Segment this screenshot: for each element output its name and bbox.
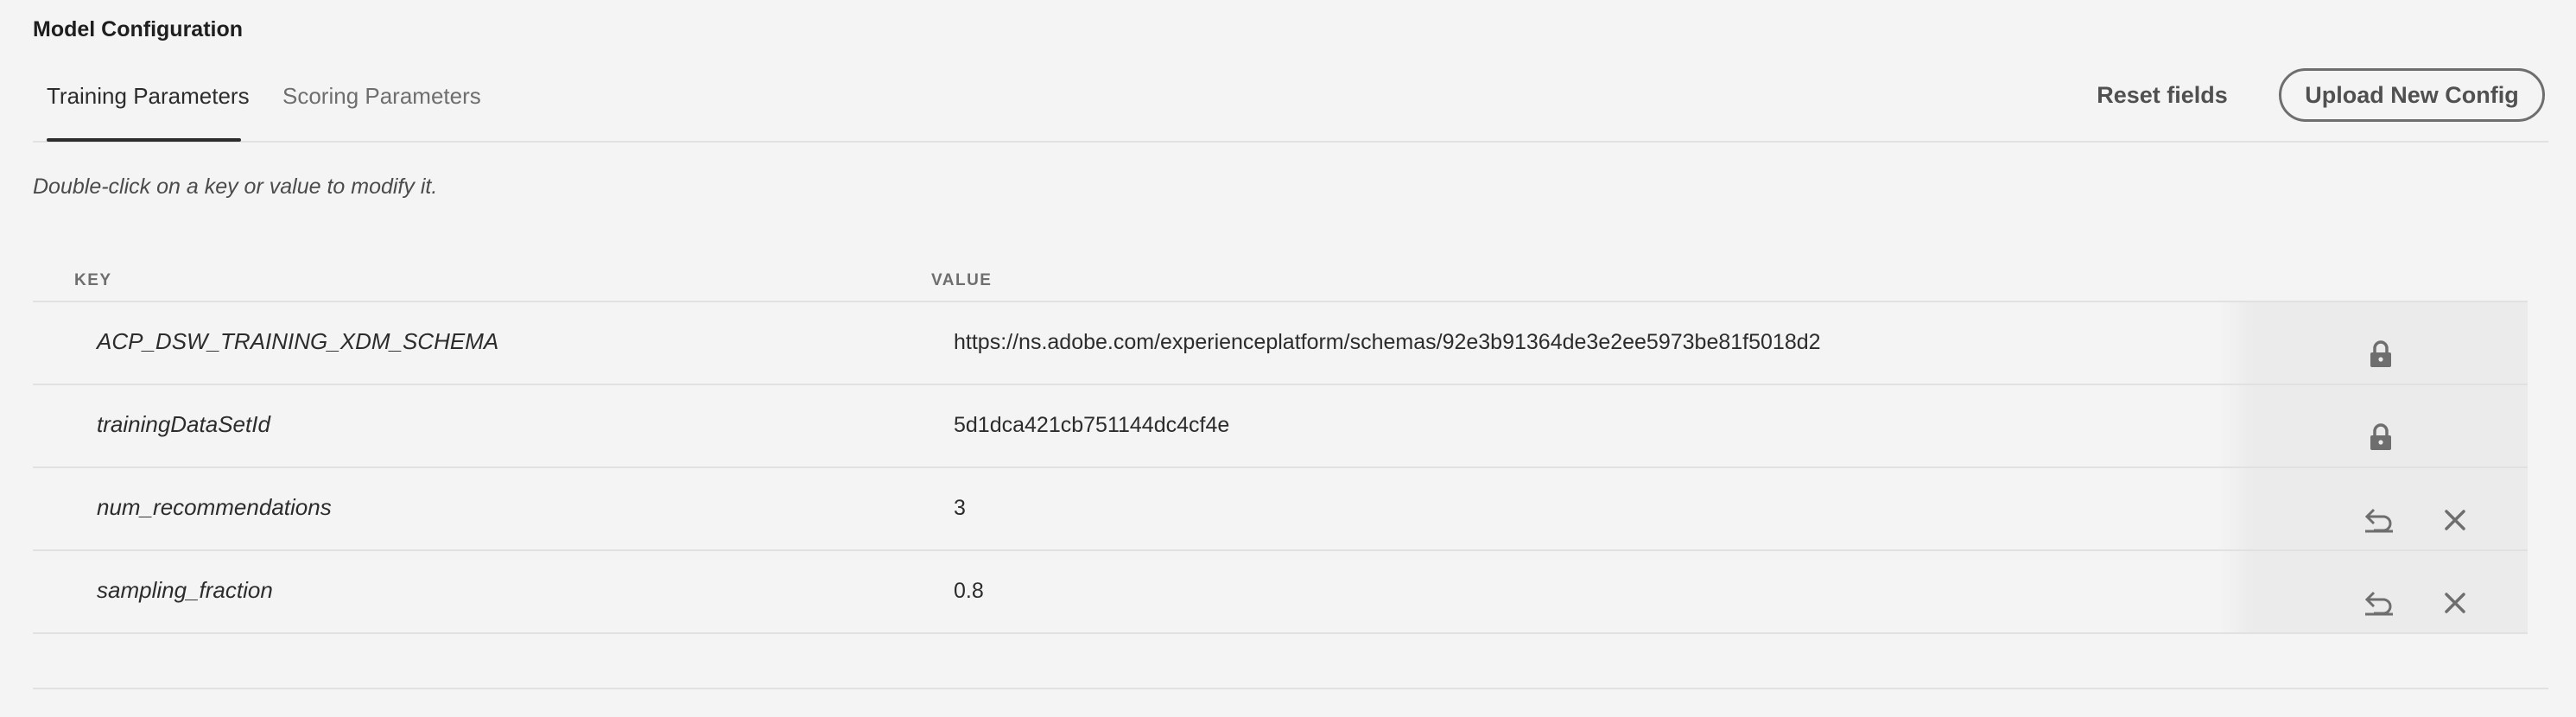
parameter-key[interactable]: ACP_DSW_TRAINING_XDM_SCHEMA [97,328,498,355]
undo-icon[interactable] [2362,586,2396,620]
table-row: ACP_DSW_TRAINING_XDM_SCHEMA https://ns.a… [33,301,2528,384]
parameter-value[interactable]: 3 [954,496,966,521]
parameter-value[interactable]: 5d1dca421cb751144dc4cf4e [954,413,1229,438]
tabs-divider [33,141,2548,143]
table-bottom-divider [33,688,2548,689]
page-title: Model Configuration [33,17,244,41]
table-row: num_recommendations 3 [33,466,2528,549]
table-row: trainingDataSetId 5d1dca421cb751144dc4cf… [33,384,2528,466]
parameter-value[interactable]: https://ns.adobe.com/experienceplatform/… [954,330,1821,355]
row-actions [2218,551,2528,632]
parameter-key[interactable]: num_recommendations [97,494,332,521]
close-icon[interactable] [2438,503,2472,537]
table-row: sampling_fraction 0.8 [33,549,2528,634]
parameters-table: KEY VALUE ACP_DSW_TRAINING_XDM_SCHEMA ht… [33,259,2528,634]
upload-new-config-button[interactable]: Upload New Config [2279,68,2545,122]
column-header-key: KEY [74,271,112,289]
row-actions [2218,468,2528,549]
undo-icon[interactable] [2362,503,2396,537]
tab-scoring-parameters[interactable]: Scoring Parameters [282,83,481,132]
row-actions [2218,385,2528,466]
parameter-value[interactable]: 0.8 [954,579,984,604]
reset-fields-button[interactable]: Reset fields [2073,67,2251,123]
lock-icon [2363,420,2398,454]
parameter-key[interactable]: trainingDataSetId [97,411,270,438]
column-header-value: VALUE [931,271,993,289]
active-tab-indicator [47,138,241,142]
tab-training-parameters[interactable]: Training Parameters [47,83,250,132]
close-icon[interactable] [2438,586,2472,620]
table-header: KEY VALUE [33,259,2528,301]
lock-icon [2363,337,2398,371]
parameter-key[interactable]: sampling_fraction [97,577,273,604]
row-actions [2218,302,2528,384]
edit-hint: Double-click on a key or value to modify… [33,174,438,199]
